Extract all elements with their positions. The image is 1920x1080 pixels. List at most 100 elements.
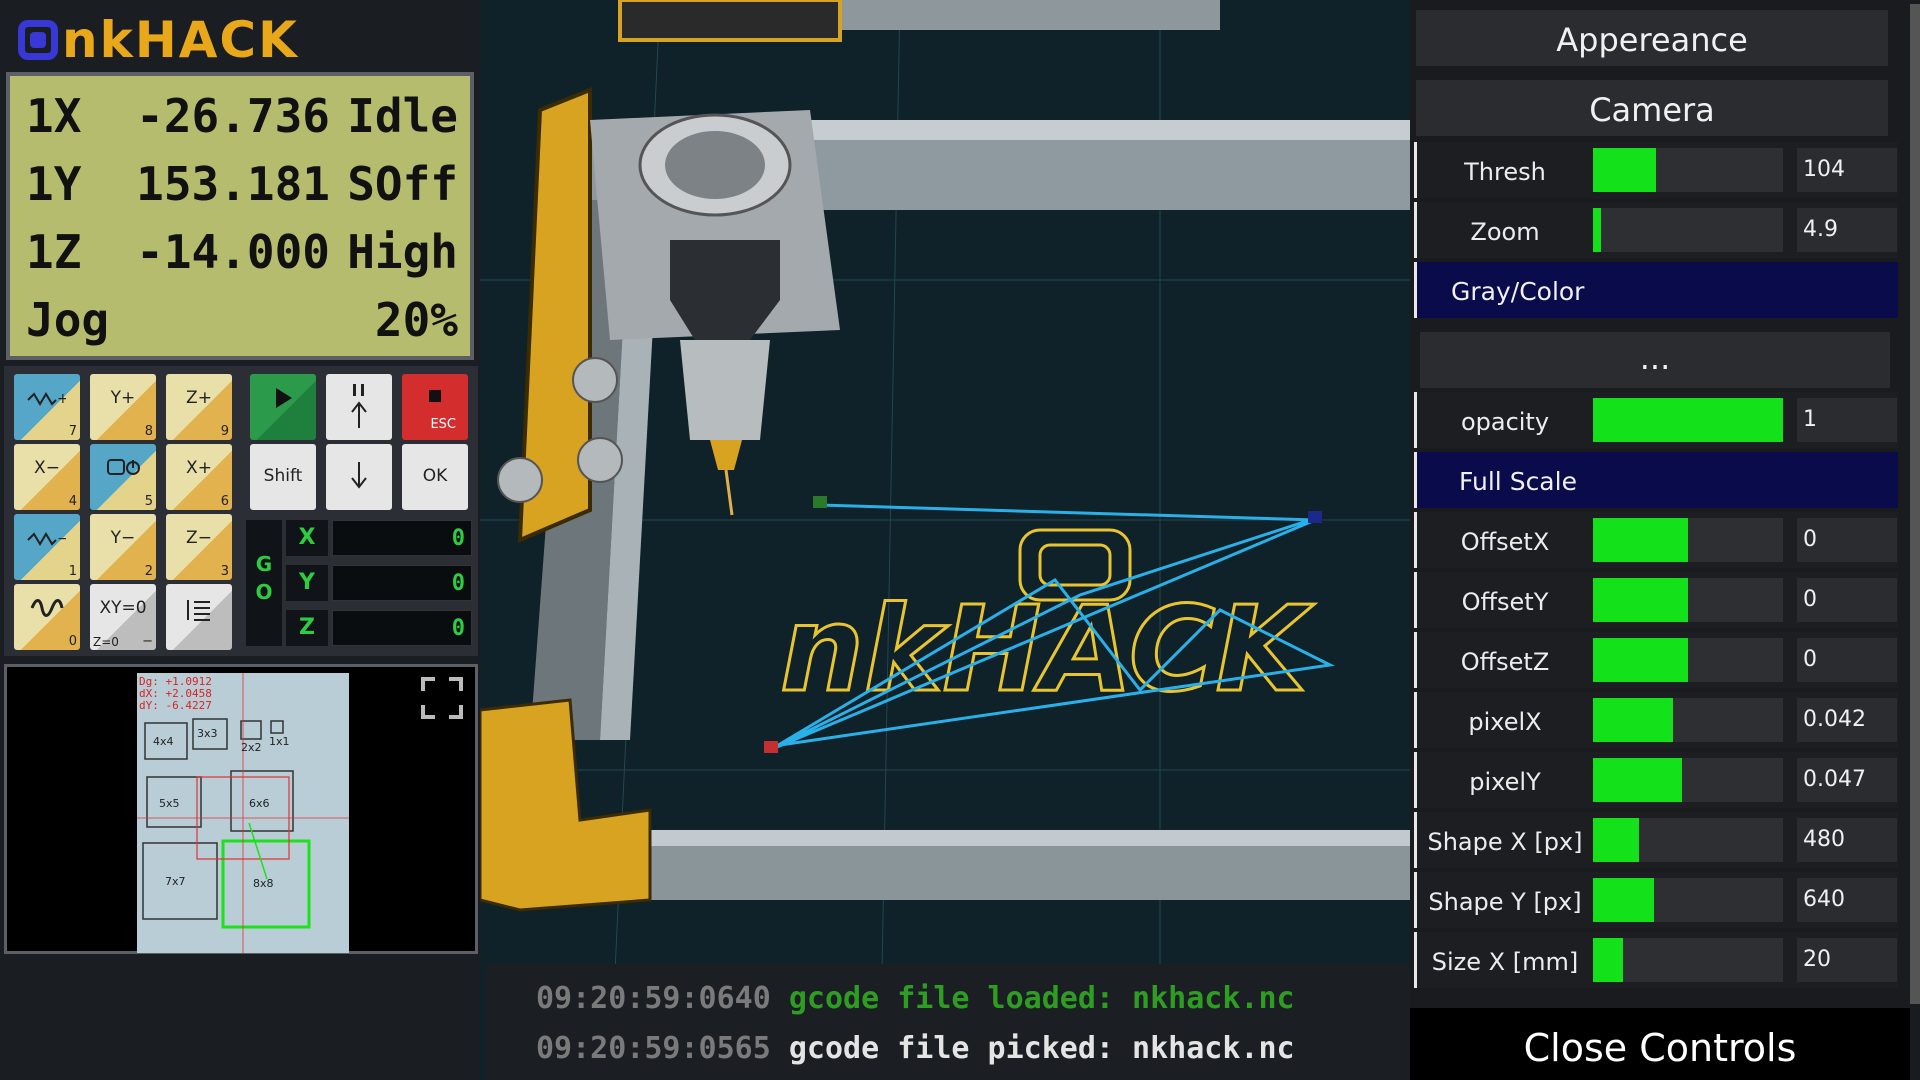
go-label: O — [255, 580, 273, 604]
spindle-toggle-button[interactable]: 5 — [90, 444, 156, 510]
pixely-slider[interactable] — [1593, 758, 1783, 802]
wave-icon — [30, 599, 64, 617]
offsety-slider[interactable] — [1593, 578, 1783, 622]
thresh-value-input[interactable]: 104 — [1797, 148, 1897, 192]
offsetx-control: OffsetX 0 — [1414, 512, 1898, 568]
offsetx-value-input[interactable]: 0 — [1797, 518, 1897, 562]
key-number: 0 — [68, 634, 77, 649]
wave-plus-icon: + — [27, 391, 66, 407]
camera-preview[interactable]: 4x4 3x3 2x2 1x1 5x5 6x6 7x7 8x8 Dg: +1.0… — [4, 664, 478, 954]
box-label: 1x1 — [269, 735, 290, 748]
lcd-row-x: 1X -26.736 Idle — [26, 82, 458, 150]
control-label: Shape Y [px] — [1428, 888, 1582, 916]
key-label: X− — [34, 458, 60, 478]
appearance-folder[interactable]: Appereance — [1416, 10, 1888, 66]
goto-x-input[interactable]: 0 — [332, 520, 472, 556]
opacity-value-input[interactable]: 1 — [1797, 398, 1897, 442]
machine-3d-viewport[interactable]: nkHACK — [480, 0, 1410, 1080]
key-number: 8 — [144, 424, 153, 439]
log-message: gcode file loaded: nkhack.nc — [788, 981, 1295, 1016]
log-timestamp: 09:20:59:0640 — [536, 981, 771, 1016]
slider-fill — [1593, 208, 1601, 252]
play-icon — [276, 388, 292, 408]
jog-z-minus-button[interactable]: Z− 3 — [166, 514, 232, 580]
offsetz-slider[interactable] — [1593, 638, 1783, 682]
panel-scrollbar[interactable] — [1910, 4, 1920, 1004]
feed-decrease-button[interactable]: − 1 — [14, 514, 80, 580]
pixelx-value-input[interactable]: 0.042 — [1797, 698, 1897, 742]
shift-button[interactable]: Shift — [250, 444, 316, 510]
lcd-state: Idle — [347, 89, 458, 143]
file-list-button[interactable] — [166, 584, 232, 650]
goto-panel: G O X 0 Y 0 Z 0 — [246, 520, 472, 646]
fullscreen-icon[interactable] — [419, 675, 465, 721]
lcd-speed: High — [347, 225, 458, 279]
control-label: OffsetX — [1460, 528, 1550, 556]
ok-button[interactable]: OK — [402, 444, 468, 510]
jog-label: Jog — [26, 293, 110, 347]
goto-z-input[interactable]: 0 — [332, 610, 472, 646]
jog-x-minus-button[interactable]: X− 4 — [14, 444, 80, 510]
app-logo: nkHACK — [18, 11, 299, 69]
esc-label: ESC — [430, 417, 456, 432]
offsetx-slider[interactable] — [1593, 518, 1783, 562]
slider-fill — [1593, 398, 1783, 442]
stop-button[interactable]: ESC — [402, 374, 468, 440]
arrow-down-icon — [351, 462, 367, 489]
goto-axis-label: Y — [286, 565, 328, 601]
shapex-slider[interactable] — [1593, 818, 1783, 862]
slider-fill — [1593, 638, 1688, 682]
control-label: pixelX — [1468, 708, 1542, 736]
pixely-value-input[interactable]: 0.047 — [1797, 758, 1897, 802]
machine-scene: nkHACK — [480, 0, 1410, 1080]
close-controls-button[interactable]: Close Controls — [1410, 1008, 1910, 1080]
key-label: Y+ — [110, 388, 136, 408]
goto-row-x: X 0 — [286, 520, 472, 556]
box-label: 3x3 — [197, 727, 218, 740]
slider-fill — [1593, 758, 1683, 802]
sizex-slider[interactable] — [1593, 938, 1783, 982]
lcd-coord: -14.000 — [136, 225, 330, 279]
spindle-fan-inner — [665, 131, 765, 199]
gray-color-toggle[interactable]: Gray/Color — [1414, 262, 1898, 318]
svg-text:−: − — [57, 531, 66, 547]
camera-image: 4x4 3x3 2x2 1x1 5x5 6x6 7x7 8x8 Dg: +1.0… — [137, 673, 349, 953]
full-scale-toggle[interactable]: Full Scale — [1414, 452, 1898, 508]
shapey-slider[interactable] — [1593, 878, 1783, 922]
more-options-button[interactable]: ... — [1420, 332, 1890, 388]
sizex-value-input[interactable]: 20 — [1797, 938, 1897, 982]
goto-y-input[interactable]: 0 — [332, 565, 472, 601]
jog-z-plus-button[interactable]: Z+ 9 — [166, 374, 232, 440]
list-icon — [187, 600, 210, 621]
jog-x-plus-button[interactable]: X+ 6 — [166, 444, 232, 510]
thresh-slider[interactable] — [1593, 148, 1783, 192]
feed-increase-button[interactable]: + 7 — [14, 374, 80, 440]
offsety-control: OffsetY 0 — [1414, 572, 1898, 628]
key-number: − — [142, 634, 153, 649]
opacity-slider[interactable] — [1593, 398, 1783, 442]
bearing — [572, 357, 618, 403]
lcd-spindle: SOff — [347, 157, 458, 211]
pixelx-slider[interactable] — [1593, 698, 1783, 742]
zoom-value-input[interactable]: 4.9 — [1797, 208, 1897, 252]
zoom-slider[interactable] — [1593, 208, 1783, 252]
shapey-value-input[interactable]: 640 — [1797, 878, 1897, 922]
camera-folder[interactable]: Camera — [1416, 80, 1888, 136]
jog-step-button[interactable]: 0 — [14, 584, 80, 650]
jog-y-minus-button[interactable]: Y− 2 — [90, 514, 156, 580]
down-button[interactable] — [326, 444, 392, 510]
slider-fill — [1593, 938, 1624, 982]
jog-y-plus-button[interactable]: Y+ 8 — [90, 374, 156, 440]
shapex-value-input[interactable]: 480 — [1797, 818, 1897, 862]
go-button[interactable]: G O — [246, 520, 282, 646]
offsety-value-input[interactable]: 0 — [1797, 578, 1897, 622]
thresh-control: Thresh 104 — [1414, 142, 1898, 198]
pause-up-button[interactable] — [326, 374, 392, 440]
pixelx-control: pixelX 0.042 — [1414, 692, 1898, 748]
run-button[interactable] — [250, 374, 316, 440]
key-number: 5 — [144, 494, 153, 509]
overlay-dy: dY: -6.4227 — [139, 699, 212, 712]
zero-xy-button[interactable]: XY=0 Z=0 − — [90, 584, 156, 650]
offsetz-value-input[interactable]: 0 — [1797, 638, 1897, 682]
bearing — [577, 437, 623, 483]
